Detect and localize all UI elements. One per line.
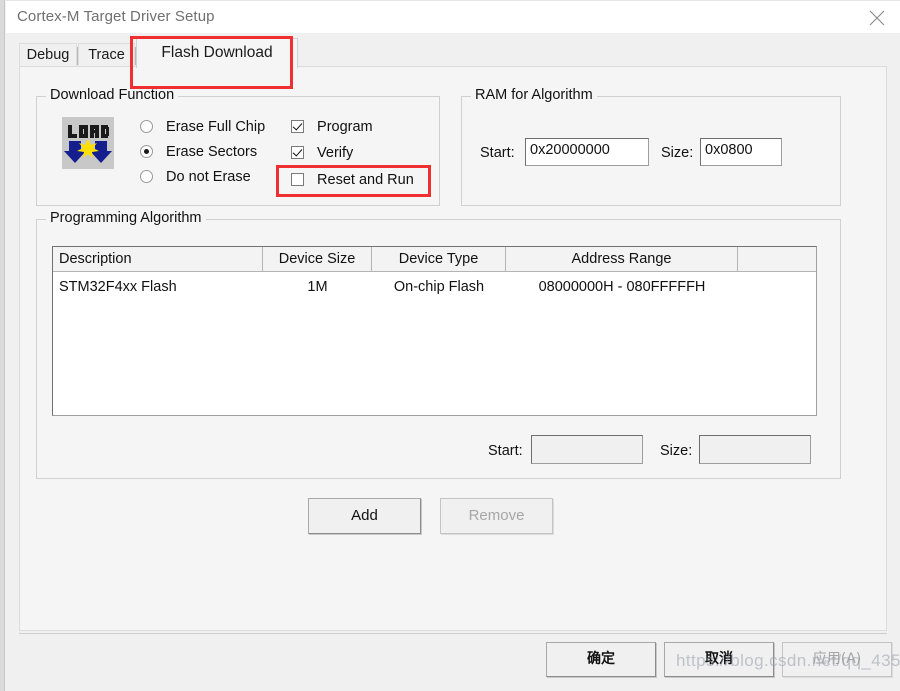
tab-trace[interactable]: Trace bbox=[78, 43, 135, 67]
tabpage-border-right bbox=[298, 66, 887, 67]
programming-algorithm-legend: Programming Algorithm bbox=[46, 210, 206, 226]
radio-indicator[interactable] bbox=[140, 120, 153, 133]
tab-debug[interactable]: Debug bbox=[19, 43, 77, 67]
algorithm-start-label: Start: bbox=[488, 443, 523, 459]
cell-device-size: 1M bbox=[307, 279, 328, 295]
close-icon bbox=[869, 10, 885, 26]
ram-start-label: Start: bbox=[480, 145, 515, 161]
checkbox-verify[interactable]: Verify bbox=[291, 145, 353, 161]
cell-address-range: 08000000H - 080FFFFFH bbox=[538, 279, 706, 295]
checkbox-indicator[interactable] bbox=[291, 146, 304, 159]
tabpage-border-left bbox=[19, 66, 136, 67]
cancel-button[interactable]: 取消 bbox=[664, 642, 774, 677]
checkbox-label: Program bbox=[317, 119, 373, 135]
column-header-description[interactable]: Description bbox=[53, 247, 263, 271]
checkbox-label: Verify bbox=[317, 145, 354, 161]
radio-indicator[interactable] bbox=[140, 170, 153, 183]
radio-label: Do not Erase bbox=[166, 169, 251, 185]
checkbox-program[interactable]: Program bbox=[291, 119, 373, 135]
radio-do-not-erase[interactable]: Do not Erase bbox=[140, 169, 251, 185]
radio-indicator[interactable] bbox=[140, 145, 153, 158]
checkbox-indicator[interactable] bbox=[291, 120, 304, 133]
window-title: Cortex-M Target Driver Setup bbox=[17, 8, 215, 25]
add-button[interactable]: Add bbox=[308, 498, 421, 534]
background-window-edge bbox=[0, 0, 5, 691]
apply-button[interactable]: 应用(A) bbox=[782, 642, 892, 677]
button-bar-separator bbox=[19, 633, 887, 634]
algorithm-size-input[interactable] bbox=[699, 435, 811, 464]
ram-for-algorithm-legend: RAM for Algorithm bbox=[471, 87, 597, 103]
ram-size-label: Size: bbox=[661, 145, 694, 161]
algorithm-size-label: Size: bbox=[660, 443, 693, 459]
tab-label: Flash Download bbox=[161, 44, 273, 61]
ok-button[interactable]: 确定 bbox=[546, 642, 656, 677]
algorithm-list-header: Description Device Size Device Type Addr… bbox=[53, 247, 816, 272]
close-button[interactable] bbox=[854, 1, 900, 33]
radio-erase-sectors[interactable]: Erase Sectors bbox=[140, 144, 257, 160]
tab-strip: Debug Trace Flash Download bbox=[19, 37, 887, 68]
remove-button[interactable]: Remove bbox=[440, 498, 553, 534]
tab-label: Debug bbox=[26, 47, 70, 63]
column-header-device-type[interactable]: Device Type bbox=[372, 247, 506, 271]
column-header-address-range[interactable]: Address Range bbox=[506, 247, 738, 271]
ram-for-algorithm-group: RAM for Algorithm bbox=[461, 87, 841, 206]
target-driver-setup-dialog: Cortex-M Target Driver Setup Debug Trace… bbox=[6, 0, 900, 691]
cell-device-type: On-chip Flash bbox=[393, 279, 485, 295]
ram-start-input[interactable]: 0x20000000 bbox=[525, 138, 649, 166]
checkbox-reset-and-run[interactable]: Reset and Run bbox=[291, 172, 414, 188]
checkbox-label: Reset and Run bbox=[317, 172, 414, 188]
dialog-window: Cortex-M Target Driver Setup Debug Trace… bbox=[0, 0, 900, 691]
radio-erase-full-chip[interactable]: Erase Full Chip bbox=[140, 119, 265, 135]
radio-label: Erase Sectors bbox=[166, 144, 258, 160]
checkbox-indicator[interactable] bbox=[291, 173, 304, 186]
algorithm-list[interactable]: Description Device Size Device Type Addr… bbox=[52, 246, 817, 416]
table-row[interactable]: STM32F4xx Flash 1M On-chip Flash 0800000… bbox=[53, 276, 816, 300]
column-header-blank[interactable] bbox=[738, 247, 816, 271]
load-icon bbox=[62, 117, 114, 169]
radio-label: Erase Full Chip bbox=[166, 119, 266, 135]
tab-flash-download[interactable]: Flash Download bbox=[136, 38, 298, 68]
cell-description: STM32F4xx Flash bbox=[59, 279, 177, 295]
download-function-legend: Download Function bbox=[46, 87, 179, 103]
ram-size-input[interactable]: 0x0800 bbox=[700, 138, 782, 166]
tab-label: Trace bbox=[88, 47, 125, 63]
algorithm-start-input[interactable] bbox=[531, 435, 643, 464]
column-header-device-size[interactable]: Device Size bbox=[263, 247, 372, 271]
title-bar: Cortex-M Target Driver Setup bbox=[6, 1, 900, 33]
